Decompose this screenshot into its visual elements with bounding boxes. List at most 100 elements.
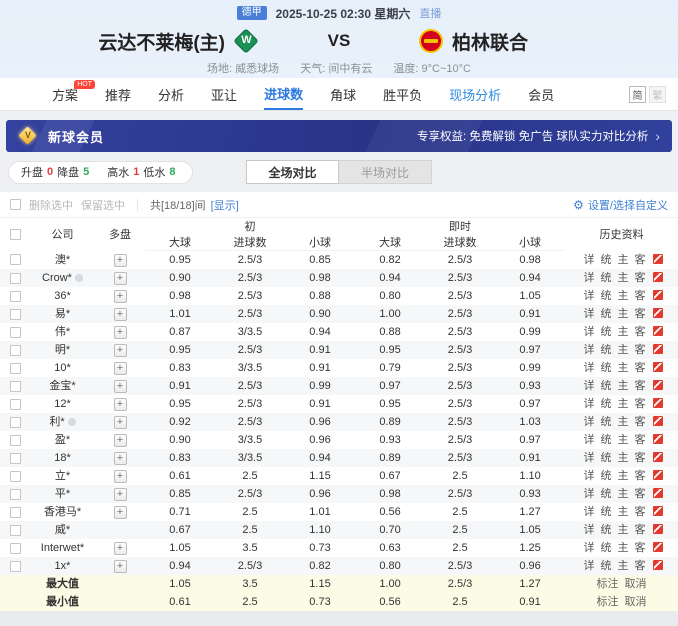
history-link-home[interactable]: 主 xyxy=(618,326,629,338)
row-checkbox[interactable] xyxy=(10,399,21,410)
company-name[interactable]: 香港马* xyxy=(44,506,81,518)
vip-promo-banner[interactable]: V 新球会员 专享权益: 免费解锁 免广告 球队实力对比分析 › xyxy=(6,120,672,152)
history-link-home[interactable]: 主 xyxy=(618,506,629,518)
half-match-compare-button[interactable]: 半场对比 xyxy=(339,160,432,184)
history-link-away[interactable]: 客 xyxy=(635,254,646,266)
history-link-stats[interactable]: 统 xyxy=(601,290,612,302)
keep-selected-button[interactable]: 保留选中 xyxy=(81,197,125,213)
lang-simplified-button[interactable]: 简 xyxy=(629,86,646,103)
history-link-detail[interactable]: 详 xyxy=(584,308,595,320)
history-link-detail[interactable]: 详 xyxy=(584,254,595,266)
multi-odds-expand-button[interactable]: + xyxy=(114,434,127,447)
tab-member[interactable]: 会员 xyxy=(528,78,554,110)
company-name[interactable]: Interwet* xyxy=(41,542,84,554)
multi-odds-expand-button[interactable]: + xyxy=(114,398,127,411)
history-link-detail[interactable]: 详 xyxy=(584,326,595,338)
history-link-detail[interactable]: 详 xyxy=(584,506,595,518)
customize-settings-link[interactable]: ⚙ 设置/选择自定义 xyxy=(573,197,668,213)
history-link-away[interactable]: 客 xyxy=(635,326,646,338)
history-link-detail[interactable]: 详 xyxy=(584,290,595,302)
row-checkbox[interactable] xyxy=(10,507,21,518)
multi-odds-expand-button[interactable]: + xyxy=(114,488,127,501)
history-link-stats[interactable]: 统 xyxy=(601,308,612,320)
history-link-home[interactable]: 主 xyxy=(618,434,629,446)
history-link-away[interactable]: 客 xyxy=(635,542,646,554)
broadcast-link[interactable]: 直播 xyxy=(419,5,441,21)
multi-odds-expand-button[interactable]: + xyxy=(114,452,127,465)
history-link-away[interactable]: 客 xyxy=(635,452,646,464)
company-name[interactable]: 威* xyxy=(55,524,70,536)
company-name[interactable]: 澳* xyxy=(55,254,70,266)
company-name[interactable]: 明* xyxy=(55,344,70,356)
row-checkbox[interactable] xyxy=(10,471,21,482)
history-link-home[interactable]: 主 xyxy=(618,272,629,284)
tab-win-draw-lose[interactable]: 胜平负 xyxy=(383,78,422,110)
history-link-stats[interactable]: 统 xyxy=(601,326,612,338)
trend-chart-icon[interactable] xyxy=(653,272,663,282)
cancel-link[interactable]: 取消 xyxy=(625,596,647,608)
history-link-detail[interactable]: 详 xyxy=(584,362,595,374)
history-link-stats[interactable]: 统 xyxy=(601,488,612,500)
history-link-away[interactable]: 客 xyxy=(635,290,646,302)
history-link-stats[interactable]: 统 xyxy=(601,416,612,428)
trend-chart-icon[interactable] xyxy=(653,416,663,426)
trend-chart-icon[interactable] xyxy=(653,560,663,570)
history-link-stats[interactable]: 统 xyxy=(601,254,612,266)
multi-odds-expand-button[interactable]: + xyxy=(114,254,127,267)
row-checkbox[interactable] xyxy=(10,525,21,536)
company-name[interactable]: 盈* xyxy=(55,434,70,446)
history-link-detail[interactable]: 详 xyxy=(584,524,595,536)
company-name[interactable]: 利* xyxy=(49,416,64,428)
trend-chart-icon[interactable] xyxy=(653,290,663,300)
history-link-away[interactable]: 客 xyxy=(635,470,646,482)
trend-chart-icon[interactable] xyxy=(653,398,663,408)
history-link-stats[interactable]: 统 xyxy=(601,542,612,554)
history-link-away[interactable]: 客 xyxy=(635,434,646,446)
company-name[interactable]: 12* xyxy=(54,398,71,410)
history-link-detail[interactable]: 详 xyxy=(584,488,595,500)
tab-recommend[interactable]: 推荐 xyxy=(105,78,131,110)
history-link-detail[interactable]: 详 xyxy=(584,344,595,356)
history-link-away[interactable]: 客 xyxy=(635,416,646,428)
company-name[interactable]: 平* xyxy=(55,488,70,500)
company-name[interactable]: 金宝* xyxy=(49,380,75,392)
history-link-home[interactable]: 主 xyxy=(618,488,629,500)
company-name[interactable]: 伟* xyxy=(55,326,70,338)
history-link-detail[interactable]: 详 xyxy=(584,560,595,572)
row-checkbox[interactable] xyxy=(10,327,21,338)
history-link-detail[interactable]: 详 xyxy=(584,272,595,284)
history-link-home[interactable]: 主 xyxy=(618,290,629,302)
row-checkbox[interactable] xyxy=(10,417,21,428)
multi-odds-expand-button[interactable]: + xyxy=(114,362,127,375)
history-link-home[interactable]: 主 xyxy=(618,560,629,572)
history-link-detail[interactable]: 详 xyxy=(584,416,595,428)
company-name[interactable]: 易* xyxy=(55,308,70,320)
history-link-stats[interactable]: 统 xyxy=(601,452,612,464)
history-link-detail[interactable]: 详 xyxy=(584,542,595,554)
history-link-stats[interactable]: 统 xyxy=(601,560,612,572)
history-link-stats[interactable]: 统 xyxy=(601,524,612,536)
row-checkbox[interactable] xyxy=(10,381,21,392)
history-link-home[interactable]: 主 xyxy=(618,344,629,356)
history-link-stats[interactable]: 统 xyxy=(601,344,612,356)
multi-odds-expand-button[interactable]: + xyxy=(114,380,127,393)
history-link-detail[interactable]: 详 xyxy=(584,434,595,446)
row-checkbox[interactable] xyxy=(10,309,21,320)
history-link-home[interactable]: 主 xyxy=(618,380,629,392)
history-link-stats[interactable]: 统 xyxy=(601,272,612,284)
history-link-away[interactable]: 客 xyxy=(635,524,646,536)
history-link-home[interactable]: 主 xyxy=(618,362,629,374)
multi-odds-expand-button[interactable]: + xyxy=(114,470,127,483)
select-all-checkbox[interactable] xyxy=(10,229,21,240)
trend-chart-icon[interactable] xyxy=(653,452,663,462)
row-checkbox[interactable] xyxy=(10,273,21,284)
history-link-home[interactable]: 主 xyxy=(618,452,629,464)
cancel-link[interactable]: 取消 xyxy=(625,578,647,590)
trend-chart-icon[interactable] xyxy=(653,488,663,498)
full-match-compare-button[interactable]: 全场对比 xyxy=(246,160,339,184)
history-link-stats[interactable]: 统 xyxy=(601,380,612,392)
history-link-away[interactable]: 客 xyxy=(635,560,646,572)
multi-odds-expand-button[interactable]: + xyxy=(114,326,127,339)
history-link-away[interactable]: 客 xyxy=(635,362,646,374)
row-checkbox[interactable] xyxy=(10,291,21,302)
